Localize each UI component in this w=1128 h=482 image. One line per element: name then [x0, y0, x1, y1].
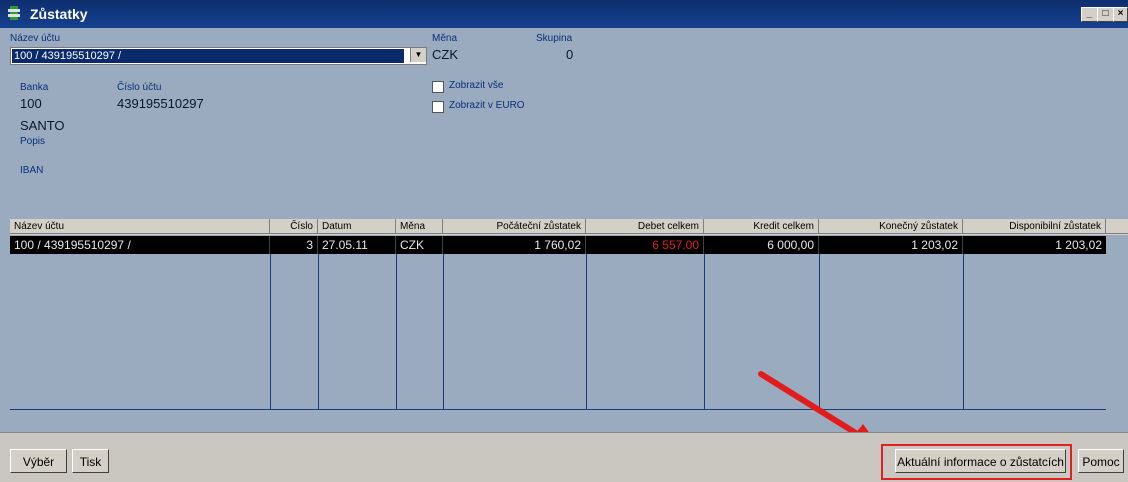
table-bottom-line	[10, 409, 1106, 410]
print-button[interactable]: Tisk	[72, 449, 109, 473]
col-header-opening-balance[interactable]: Počáteční zůstatek	[443, 219, 586, 234]
currency-value: CZK	[432, 47, 458, 62]
group-label: Skupina	[536, 33, 573, 44]
app-icon	[8, 6, 20, 20]
column-divider	[704, 254, 705, 409]
col-header-date[interactable]: Datum	[318, 219, 396, 234]
column-divider	[586, 254, 587, 409]
col-header-available-balance[interactable]: Disponibilní zůstatek	[963, 219, 1106, 234]
description-label: Popis	[20, 136, 46, 147]
cell-available-balance: 1 203,02	[1055, 238, 1102, 252]
group-value: 0	[566, 47, 574, 62]
column-divider	[963, 254, 964, 409]
account-select-value: 100 / 439195510297 /	[12, 49, 404, 63]
bank-value: 100	[20, 96, 42, 111]
account-number-value: 439195510297	[117, 96, 204, 111]
col-header-closing-balance[interactable]: Konečný zůstatek	[819, 219, 963, 234]
account-select[interactable]: 100 / 439195510297 / ▼	[10, 47, 427, 65]
cell-account-name: 100 / 439195510297 /	[10, 236, 270, 254]
column-divider	[318, 254, 319, 409]
col-header-debit-total[interactable]: Debet celkem	[586, 219, 704, 234]
col-header-filler	[1106, 219, 1128, 234]
table-row[interactable]: 100 / 439195510297 / 3 27.05.11 CZK 1 76…	[10, 236, 1106, 254]
account-number-label: Číslo účtu	[117, 82, 162, 93]
account-name-label: Název účtu	[10, 33, 61, 44]
cell-closing-balance: 1 203,02	[819, 236, 963, 254]
minimize-button[interactable]: _	[1081, 7, 1098, 22]
col-header-credit-total[interactable]: Kredit celkem	[704, 219, 819, 234]
column-divider	[270, 254, 271, 409]
cell-debit-total: 6 557,00	[586, 236, 704, 254]
cell-date: 27.05.11	[318, 236, 396, 254]
highlight-box	[881, 444, 1072, 480]
close-button[interactable]: ×	[1113, 7, 1128, 22]
chevron-down-icon[interactable]: ▼	[410, 48, 426, 62]
col-header-currency[interactable]: Měna	[396, 219, 443, 234]
show-euro-label: Zobrazit v EURO	[449, 100, 525, 111]
cell-opening-balance: 1 760,02	[443, 236, 586, 254]
title-bar	[0, 0, 1128, 28]
cell-currency: CZK	[396, 236, 443, 254]
help-button[interactable]: Pomoc	[1078, 449, 1124, 473]
bank-name: SANTO	[20, 118, 65, 133]
cell-number: 3	[270, 236, 318, 254]
column-divider	[396, 254, 397, 409]
window-title: Zůstatky	[30, 6, 88, 22]
bank-label: Banka	[20, 82, 49, 93]
maximize-button[interactable]: □	[1097, 7, 1114, 22]
iban-label: IBAN	[20, 165, 44, 176]
select-button[interactable]: Výběr	[10, 449, 67, 473]
col-header-account-name[interactable]: Název účtu	[10, 219, 270, 234]
column-divider	[443, 254, 444, 409]
show-all-label: Zobrazit vše	[449, 80, 504, 91]
show-all-checkbox[interactable]	[432, 81, 444, 93]
currency-label: Měna	[432, 33, 458, 44]
show-euro-checkbox[interactable]	[432, 101, 444, 113]
table-header: Název účtu Číslo Datum Měna Počáteční zů…	[10, 219, 1128, 235]
cell-credit-total: 6 000,00	[704, 236, 819, 254]
col-header-number[interactable]: Číslo	[270, 219, 318, 234]
